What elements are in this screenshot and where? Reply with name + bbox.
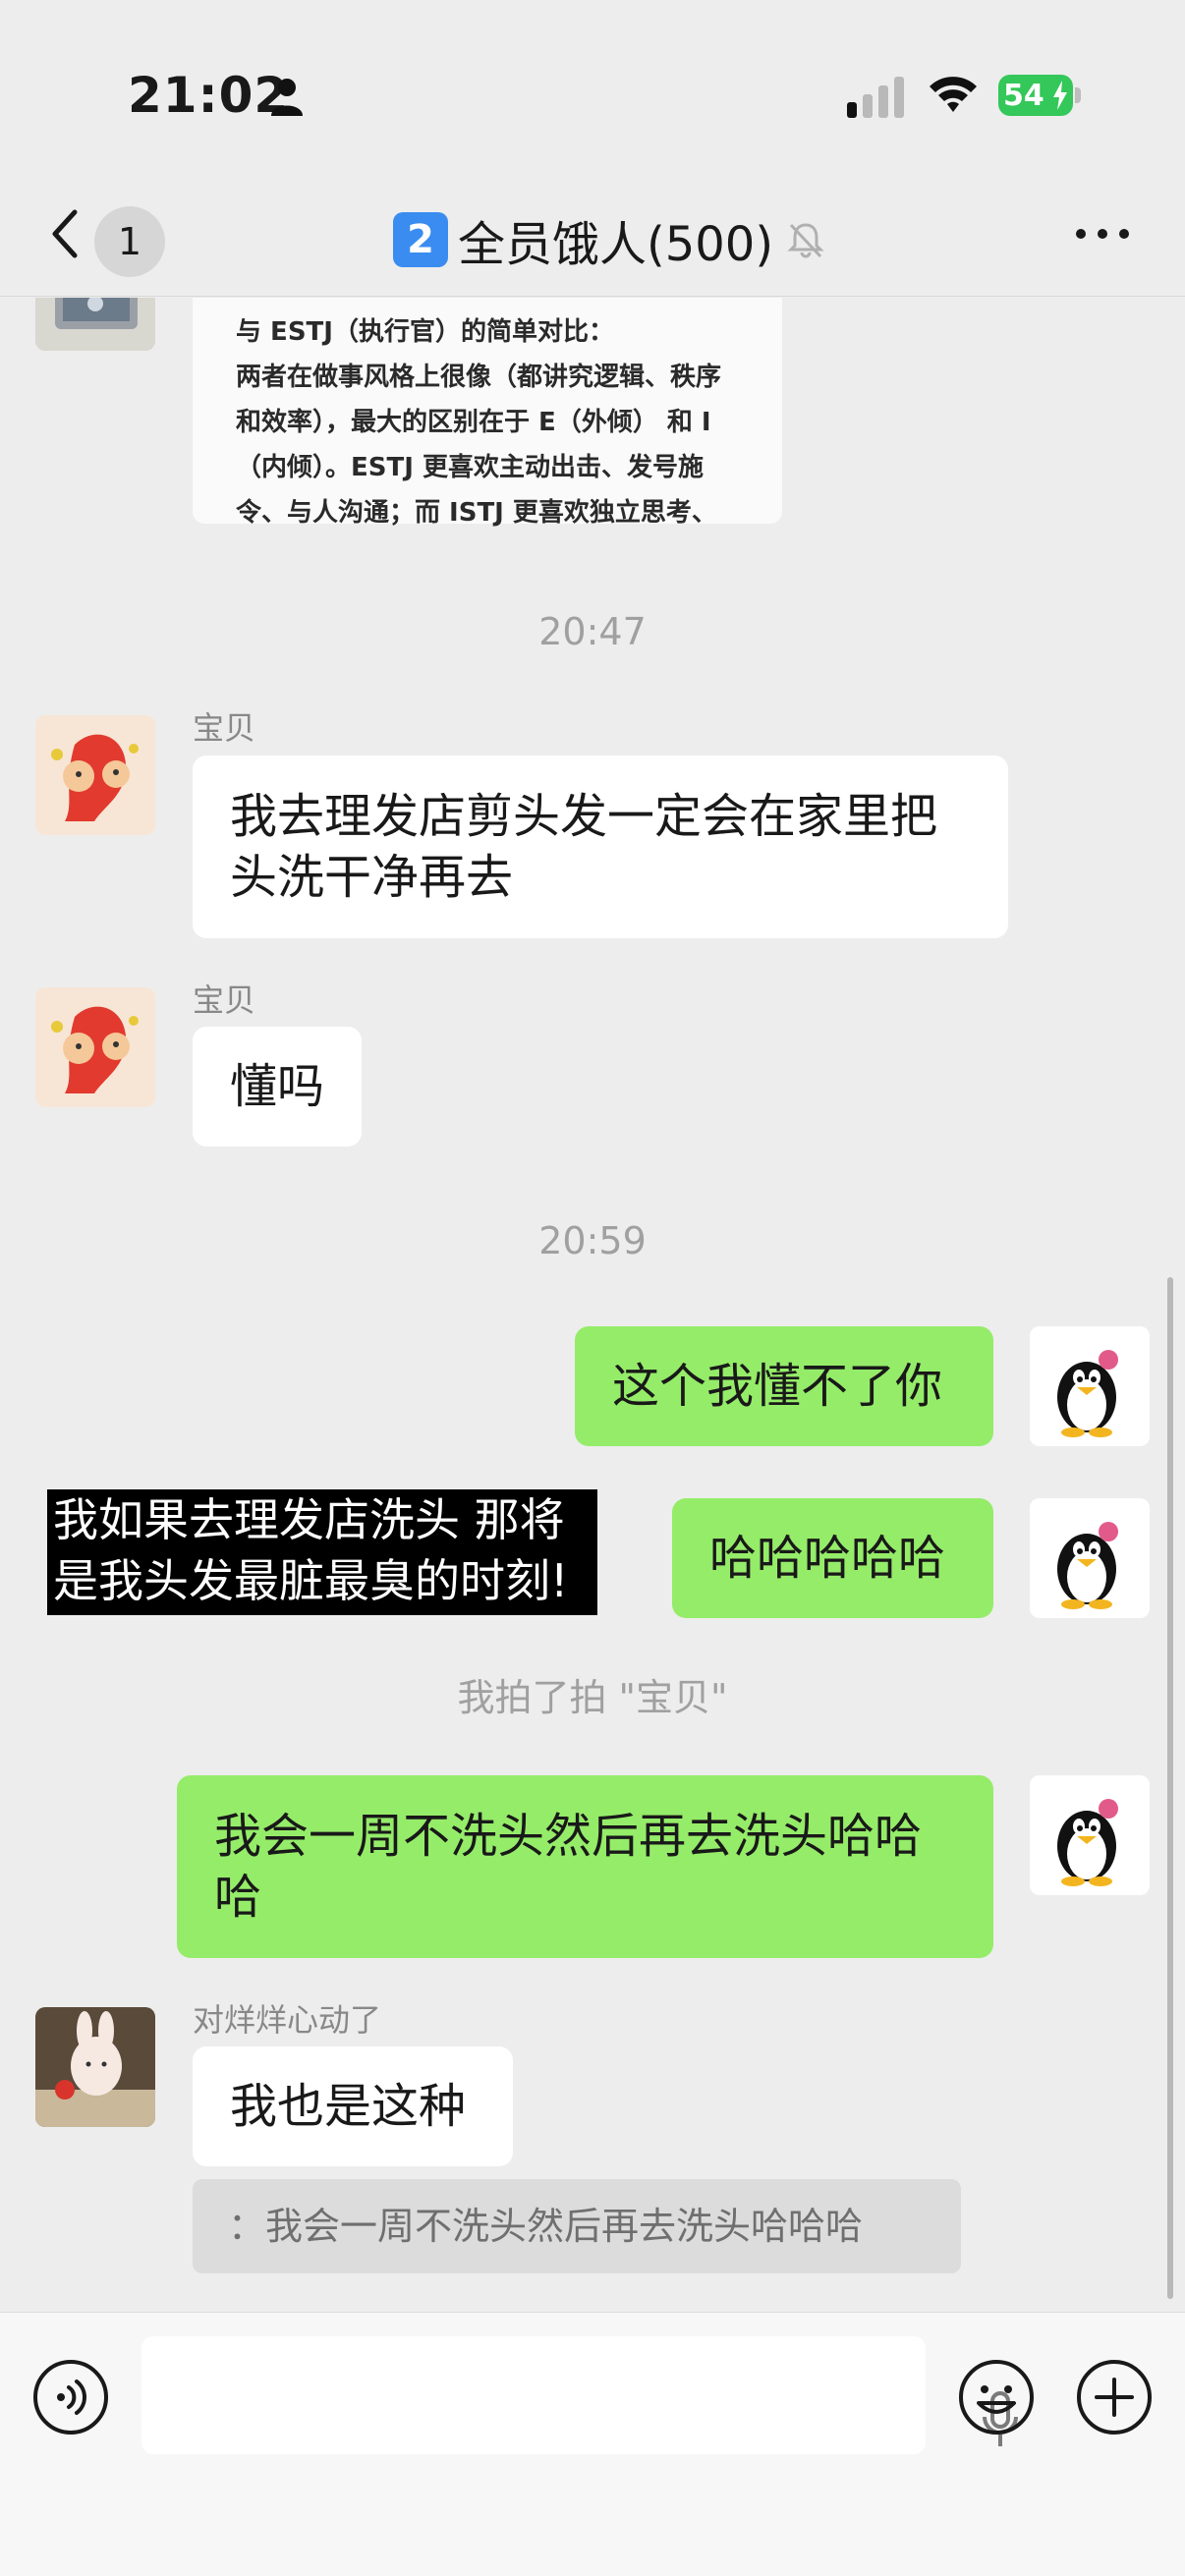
system-pat-note: 我拍了拍 "宝贝" [457, 1676, 728, 1719]
doc-line: 两者在做事风格上很像（都讲究逻辑、秩序 [236, 363, 722, 392]
chat-header: 1 2 全员饿人(500) [0, 187, 1185, 297]
message-text: 我也是这种 [230, 2079, 467, 2134]
charging-bolt-icon [1053, 81, 1067, 110]
status-time: 21:02 [128, 67, 290, 124]
message-text: 这个我懂不了你 [612, 1359, 943, 1414]
my-avatar[interactable] [1030, 1775, 1150, 1895]
chat-title-area[interactable]: 2 全员饿人(500) [393, 200, 826, 279]
document-preview-card[interactable]: 与 ESTJ（执行官）的简单对比： 两者在做事风格上很像（都讲究逻辑、秩序 和效… [193, 298, 782, 528]
message-list[interactable]: 与 ESTJ（执行官）的简单对比： 两者在做事风格上很像（都讲究逻辑、秩序 和效… [0, 298, 1185, 2312]
caption-line: 我如果去理发店洗头 那将 [53, 1493, 565, 1546]
ellipsis-icon[interactable] [1073, 224, 1132, 244]
chat-screen: 21:02 54 1 2 全员饿人(500) 与 ESTJ（执行官）的简单对比：… [0, 0, 1185, 2576]
sender-avatar[interactable] [35, 987, 155, 1107]
sender-avatar[interactable] [35, 2007, 155, 2127]
bell-slash-icon [787, 223, 824, 258]
chevron-left-icon[interactable] [45, 204, 85, 263]
wifi-icon [930, 77, 977, 112]
message-bubble[interactable]: 我会一周不洗头然后再去洗头哈哈 哈 [177, 1775, 993, 1958]
message-bubble[interactable]: 懂吗 [193, 1027, 362, 1147]
my-avatar[interactable] [1030, 1326, 1150, 1446]
doc-line: 令、与人沟通；而 ISTJ 更喜欢独立思考、 [236, 498, 717, 528]
doc-line: （内倾）。ESTJ 更喜欢主动出击、发号施 [236, 453, 704, 482]
message-text: 哈哈哈哈哈 [709, 1531, 946, 1586]
battery-level: 54 [1003, 79, 1044, 113]
battery-indicator: 54 [998, 75, 1081, 116]
message-input[interactable] [141, 2336, 1018, 2454]
message-bubble[interactable]: 我去理发店剪头发一定会在家里把 头洗干净再去 [193, 756, 1008, 938]
sender-avatar[interactable] [35, 715, 155, 835]
input-bar [0, 2312, 1185, 2576]
message-bubble[interactable]: 这个我懂不了你 [575, 1326, 993, 1446]
sender-name: 宝贝 [193, 709, 256, 747]
message-text: 懂吗 [230, 1059, 325, 1114]
avatar[interactable] [35, 298, 155, 351]
back-unread-count[interactable]: 1 [94, 206, 165, 277]
voice-icon[interactable] [31, 2358, 110, 2436]
timestamp: 20:59 [538, 1219, 647, 1262]
sender-name: 宝贝 [193, 981, 256, 1019]
message-text: 我去理发店剪头发一定会在家里把 [230, 789, 938, 844]
doc-line: 和效率），最大的区别在于 E（外倾） 和 I [236, 408, 711, 437]
scrollbar[interactable] [1167, 1277, 1173, 2299]
quoted-message[interactable]: ：我会一周不洗头然后再去洗头哈哈哈 [193, 2179, 961, 2273]
message-text: 头洗干净再去 [230, 850, 514, 905]
plus-icon[interactable] [1075, 2358, 1154, 2436]
sender-name: 对烊烊心动了 [193, 2001, 382, 2039]
message-text: 哈 [214, 1870, 262, 1925]
message-text: 我会一周不洗头然后再去洗头哈哈 [214, 1809, 923, 1864]
message-bubble[interactable]: 我也是这种 [193, 2046, 513, 2166]
emoji-icon[interactable] [957, 2358, 1036, 2436]
group-number-badge: 2 [393, 212, 448, 267]
person-icon [271, 79, 303, 116]
my-avatar[interactable] [1030, 1498, 1150, 1618]
status-bar: 21:02 54 [0, 0, 1185, 187]
overlay-caption: 我如果去理发店洗头 那将 是我头发最脏最臭的时刻! [47, 1489, 597, 1615]
message-bubble[interactable]: 哈哈哈哈哈 [672, 1498, 993, 1618]
timestamp: 20:47 [538, 610, 647, 653]
cellular-signal-icon [847, 77, 904, 118]
chat-title: 全员饿人(500) [458, 217, 774, 272]
caption-line: 是我头发最脏最臭的时刻! [53, 1554, 569, 1607]
doc-line: 与 ESTJ（执行官）的简单对比： [236, 317, 614, 347]
